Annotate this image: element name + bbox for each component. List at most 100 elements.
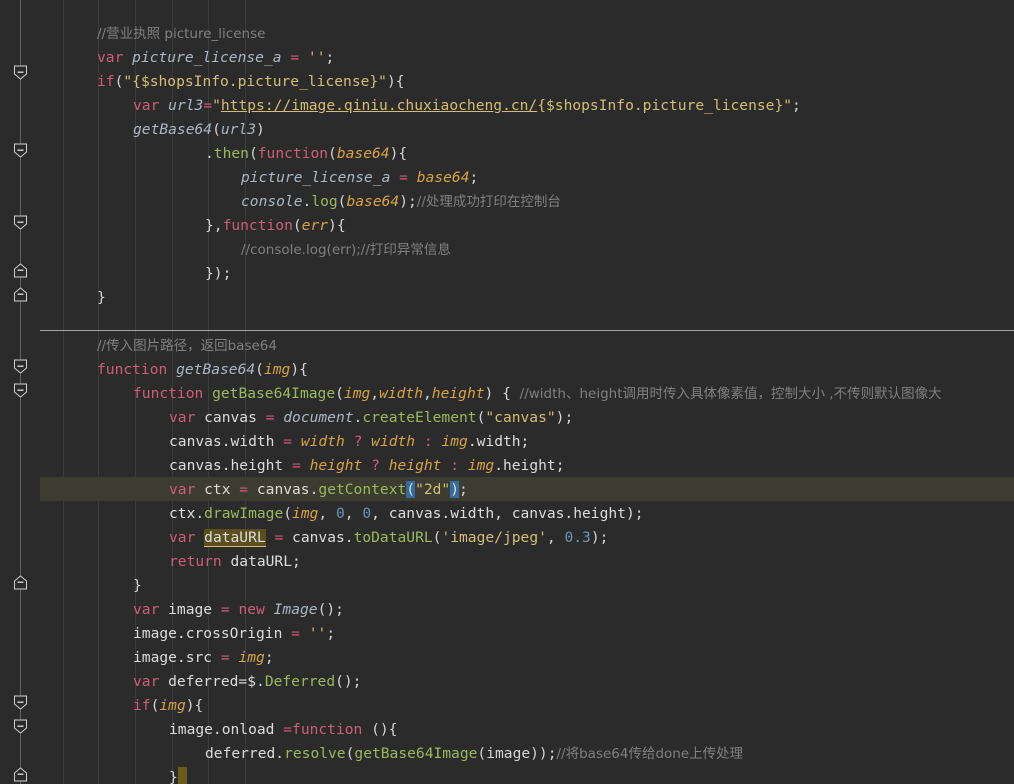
code-token: ; <box>325 49 335 66</box>
code-token: deferred=$ <box>159 673 257 690</box>
code-token: = <box>291 625 300 642</box>
code-line[interactable]: //营业执照 picture_license <box>97 22 265 46</box>
code-line[interactable]: image.crossOrigin = ''; <box>133 622 335 646</box>
code-line[interactable]: var image = new Image(); <box>133 598 344 622</box>
code-token: canvas <box>169 457 222 474</box>
code-token: . <box>344 529 354 546</box>
code-line[interactable]: console.log(base64);//处理成功打印在控制台 <box>241 190 561 214</box>
code-token: dataURL <box>204 529 266 547</box>
code-token: (); <box>317 601 344 618</box>
code-line[interactable]: var deferred=$.Deferred(); <box>133 670 361 694</box>
code-token: = <box>290 49 300 66</box>
code-line[interactable]: function getBase64Image(img,width,height… <box>133 382 942 406</box>
code-line[interactable]: canvas.height = height ? height : img.he… <box>169 454 564 478</box>
code-line[interactable]: var canvas = document.createElement("can… <box>169 406 573 430</box>
code-token: image.onload <box>169 721 284 738</box>
code-text-area[interactable]: //营业执照 picture_licensevar picture_licens… <box>0 0 1014 784</box>
code-line[interactable]: } <box>169 766 187 784</box>
code-token: ( <box>283 505 293 522</box>
code-line[interactable]: image.src = img; <box>133 646 274 670</box>
code-token: image <box>159 601 221 618</box>
code-line[interactable]: .then(function(base64){ <box>205 142 407 166</box>
code-token: ( <box>248 145 258 162</box>
code-token: ( <box>335 385 344 402</box>
code-token: img <box>343 385 371 402</box>
code-token: resolve <box>284 745 346 762</box>
code-token: console <box>241 193 303 210</box>
code-token: //营业执照 picture_license <box>97 26 266 42</box>
code-token: ( <box>406 481 416 498</box>
code-token: '' <box>308 625 327 642</box>
code-token: function <box>133 385 204 402</box>
code-token: , <box>546 529 565 546</box>
code-line[interactable]: },function(err){ <box>205 214 346 238</box>
code-line[interactable]: picture_license_a = base64; <box>241 166 478 190</box>
code-token: "{$shopsInfo.picture_license}" <box>123 73 387 90</box>
code-line[interactable]: deferred.resolve(getBase64Image(image));… <box>205 742 743 766</box>
code-token: image.src <box>133 649 221 666</box>
code-token: = <box>399 169 408 186</box>
code-token: img <box>263 361 291 378</box>
code-token: ? <box>371 457 380 474</box>
code-token: = <box>283 433 293 450</box>
code-line[interactable]: var ctx = canvas.getContext("2d"); <box>169 478 468 502</box>
code-line[interactable]: } <box>97 286 106 310</box>
code-line[interactable]: }); <box>205 262 231 286</box>
code-token: , canvas.width, canvas.height <box>371 505 626 522</box>
code-token: img <box>238 649 265 666</box>
code-token: picture_license_a <box>132 49 282 66</box>
code-token: width <box>379 385 423 402</box>
code-token: 0.3 <box>564 529 591 546</box>
code-token: base64 <box>416 169 470 186</box>
code-token: : <box>450 457 460 474</box>
code-line[interactable]: if("{$shopsInfo.picture_license}"){ <box>97 70 405 94</box>
code-line[interactable]: getBase64(url3) <box>133 118 265 142</box>
code-token: ctx <box>195 481 240 498</box>
code-line[interactable]: ctx.drawImage(img, 0, 0, canvas.width, c… <box>169 502 644 526</box>
code-token: canvas <box>248 481 310 498</box>
code-line[interactable]: //console.log(err);//打印异常信息 <box>241 238 451 262</box>
code-token: document <box>283 409 354 426</box>
code-token: = <box>274 529 284 546</box>
code-token: var <box>169 481 196 498</box>
code-line[interactable]: var dataURL = canvas.toDataURL('image/jp… <box>169 526 608 550</box>
code-token: . <box>302 193 312 210</box>
code-token: url3 <box>168 97 204 114</box>
code-token: }); <box>205 265 232 282</box>
code-token: '' <box>307 49 326 66</box>
code-line[interactable]: canvas.width = width ? width : img.width… <box>169 430 529 454</box>
code-line[interactable]: } <box>133 574 142 598</box>
code-token: ; <box>469 169 479 186</box>
code-token: ctx <box>169 505 196 522</box>
code-editor[interactable]: //营业执照 picture_licensevar picture_licens… <box>0 0 1014 784</box>
code-token: } <box>133 577 142 594</box>
code-line[interactable]: var url3="https://image.qiniu.chuxiaoche… <box>133 94 801 118</box>
code-token: dataURL; <box>221 553 301 570</box>
code-token: (image)); <box>477 745 557 762</box>
code-token: ( <box>212 121 221 138</box>
code-token: if <box>133 697 151 714</box>
code-line[interactable]: image.onload =function (){ <box>169 718 397 742</box>
code-token: ( <box>292 217 302 234</box>
code-token: ){ <box>290 361 308 378</box>
code-line[interactable]: //传入图片路径，返回base64 <box>97 334 277 358</box>
code-token: ; <box>264 649 274 666</box>
code-line[interactable]: return dataURL; <box>169 550 301 574</box>
code-token: var <box>169 409 196 426</box>
code-token: height <box>309 457 363 474</box>
code-token: picture_license_a <box>241 169 391 186</box>
code-token: //width、height调用时传入具体像素值，控制大小 ,不传则默认图像大 <box>519 386 942 402</box>
code-line[interactable]: if(img){ <box>133 694 203 718</box>
code-line[interactable]: function getBase64(img){ <box>97 358 308 382</box>
code-line[interactable]: var picture_license_a = ''; <box>97 46 334 70</box>
